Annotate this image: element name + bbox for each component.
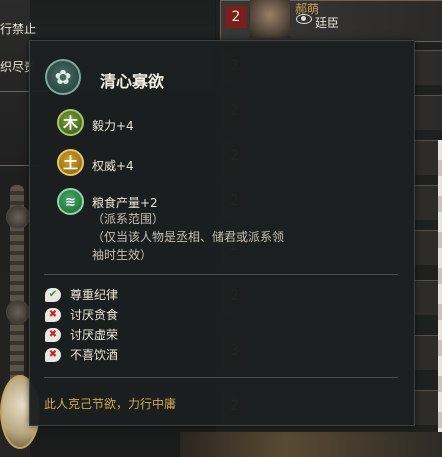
trait-text: 讨厌虚荣	[70, 328, 119, 342]
divider	[44, 377, 398, 378]
grain-production-icon: ≋	[57, 188, 84, 215]
character-role: 廷臣	[315, 16, 340, 30]
divider	[44, 274, 398, 275]
earth-element-icon: 土	[57, 149, 84, 176]
tooltip-title: 清心寡欲	[100, 72, 165, 91]
dislike-icon	[45, 348, 61, 362]
like-icon	[45, 288, 61, 302]
stat-note: （仅当该人物是丞相、储君或派系领	[92, 230, 285, 244]
stat-note: （派系范围）	[92, 212, 165, 226]
dislike-icon	[45, 328, 61, 342]
trait-text: 讨厌贪食	[70, 308, 119, 322]
stat-text: 毅力+4	[92, 119, 134, 133]
bottom-bar	[180, 432, 442, 457]
ornament-icon	[6, 205, 30, 229]
eye-icon[interactable]	[296, 14, 312, 24]
character-portrait[interactable]	[250, 0, 290, 38]
trait-text: 尊重纪律	[70, 288, 119, 302]
stat-note: 袖时生效）	[92, 248, 153, 262]
rank-badge: 2	[225, 6, 247, 28]
stat-text: 权威+4	[92, 159, 134, 173]
background-text: 行禁止	[0, 22, 37, 36]
dislike-icon	[45, 308, 61, 322]
page-edge	[438, 140, 442, 440]
wood-element-icon: 木	[57, 109, 84, 136]
trait-text: 不喜饮酒	[70, 348, 119, 362]
trait-flower-icon	[45, 59, 81, 95]
stat-text: 粮食产量+2	[92, 196, 158, 210]
trait-quote: 此人克己节欲，力行中庸	[44, 397, 177, 411]
ornament-icon	[6, 300, 30, 324]
trait-tooltip: 清心寡欲 木 毅力+4 土 权威+4 ≋ 粮食产量+2 （派系范围） （仅当该人…	[29, 40, 415, 426]
